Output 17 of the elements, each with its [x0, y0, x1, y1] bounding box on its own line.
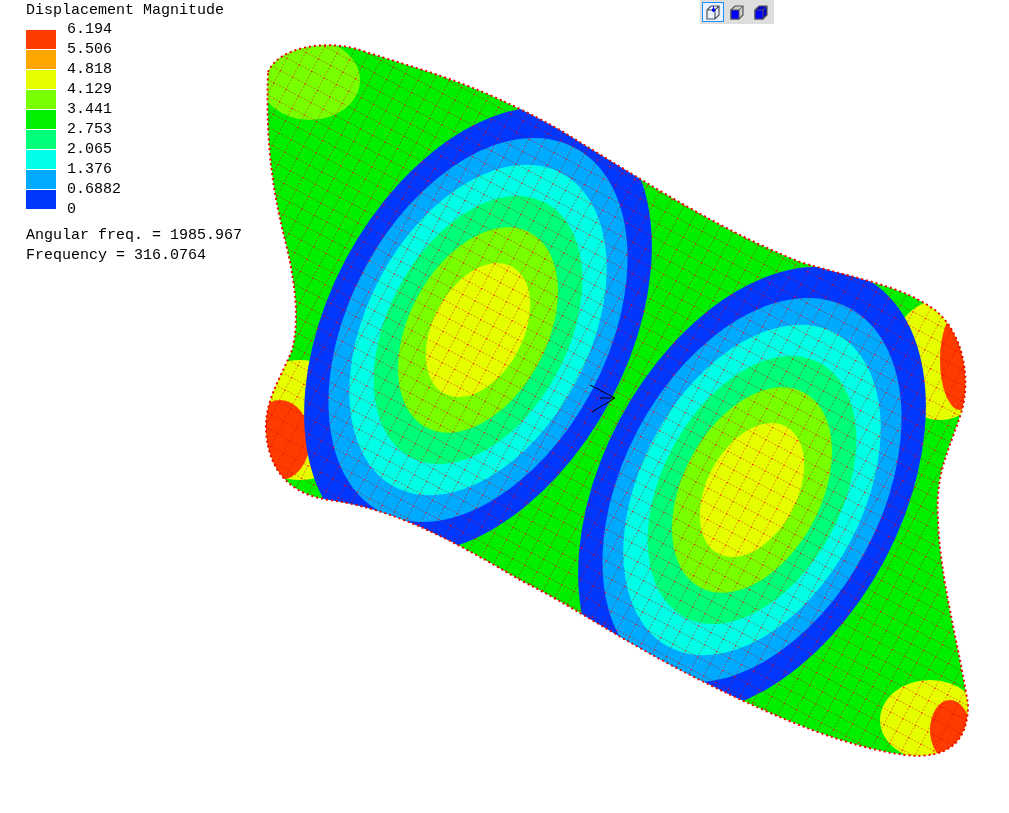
legend-value: 1.376: [67, 160, 113, 180]
result-text: Angular freq. = 1985.967: [26, 226, 243, 246]
legend-value: 6.194: [67, 20, 113, 40]
legend-value: 2.065: [67, 140, 113, 160]
filled-cube-icon: [752, 3, 770, 21]
legend-value: 3.441: [67, 100, 113, 120]
result-text: Frequency = 316.0764: [26, 246, 208, 266]
view-mode-button[interactable]: [702, 2, 724, 22]
legend-value: 4.129: [67, 80, 113, 100]
legend-value: 5.506: [67, 40, 113, 60]
legend-value: 2.753: [67, 120, 113, 140]
solid-cube-icon: [728, 3, 746, 21]
legend-value: 4.818: [67, 60, 113, 80]
legend-value: 0: [67, 200, 77, 220]
legend-title: Displacement Magnitude: [26, 2, 226, 19]
legend-value: 0.6882: [67, 180, 121, 200]
wireframe-cube-icon: [704, 3, 722, 21]
